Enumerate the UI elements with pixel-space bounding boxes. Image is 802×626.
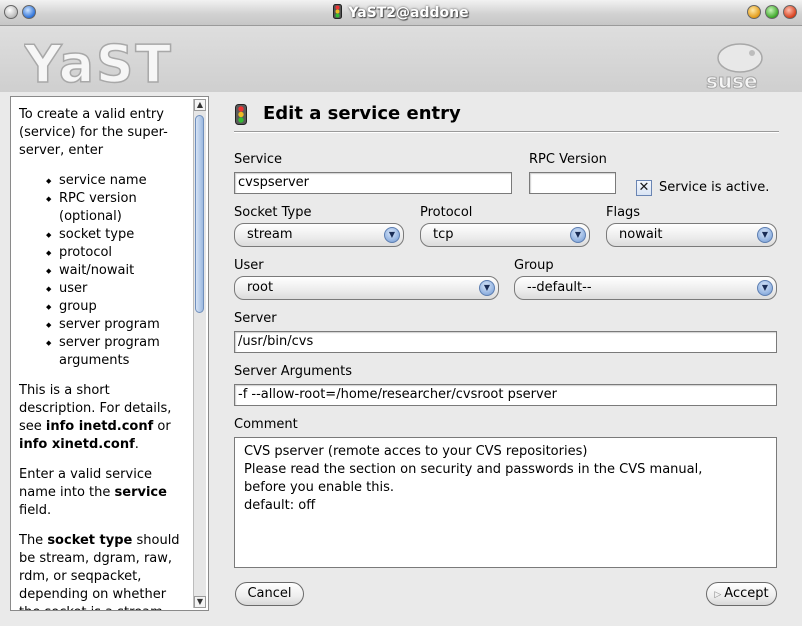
chevron-down-icon[interactable]: ▼: [479, 280, 495, 296]
help-panel[interactable]: To create a valid entry (service) for th…: [10, 96, 209, 611]
header-banner: YaST suse: [0, 26, 802, 92]
help-list-item: wait/nowait: [46, 262, 189, 280]
protocol-value: tcp: [433, 227, 454, 242]
scroll-thumb[interactable]: [195, 115, 204, 313]
accept-button-label: Accept: [724, 586, 769, 601]
help-text: To create a valid entry (service) for th…: [19, 106, 189, 610]
cancel-button-label: Cancel: [247, 586, 292, 601]
suse-logo: suse: [706, 43, 763, 92]
help-list-item: group: [46, 298, 189, 316]
flags-value: nowait: [619, 227, 663, 242]
service-input[interactable]: cvspserver: [234, 172, 512, 194]
server-label: Server: [234, 311, 277, 326]
protocol-label: Protocol: [420, 205, 473, 220]
heading-divider: [234, 131, 779, 133]
socket-type-value: stream: [247, 227, 293, 242]
help-scrollbar[interactable]: ▲ ▼: [193, 99, 206, 608]
window-title: YaST2@addone: [348, 5, 469, 21]
server-input[interactable]: /usr/bin/cvs: [234, 331, 777, 353]
user-select[interactable]: root ▼: [234, 276, 499, 300]
minimize-button[interactable]: [747, 5, 761, 19]
title-bar[interactable]: YaST2@addone: [0, 0, 802, 26]
help-list-item: server program arguments: [46, 334, 189, 370]
chevron-down-icon[interactable]: ▼: [757, 280, 773, 296]
help-paragraph-details: This is a short description. For details…: [19, 383, 172, 452]
socket-type-label: Socket Type: [234, 205, 312, 220]
yast-logo: YaST: [24, 36, 173, 88]
help-paragraph-service: Enter a valid service name into the serv…: [19, 467, 167, 518]
rpc-version-label: RPC Version: [529, 152, 607, 167]
help-list-item: user: [46, 280, 189, 298]
help-list-item: RPC version (optional): [46, 190, 189, 226]
svg-text:suse: suse: [706, 69, 758, 92]
comment-textarea[interactable]: CVS pserver (remote acces to your CVS re…: [234, 437, 777, 568]
page-title: Edit a service entry: [263, 103, 461, 124]
yast-app-icon: [333, 4, 343, 23]
service-active-checkbox[interactable]: ✕: [636, 180, 652, 196]
scroll-up-icon[interactable]: ▲: [194, 99, 206, 111]
server-arguments-input[interactable]: -f --allow-root=/home/researcher/cvsroot…: [234, 384, 777, 406]
window-title-area: YaST2@addone: [0, 4, 802, 23]
help-intro: To create a valid entry (service) for th…: [19, 107, 168, 158]
close-button[interactable]: [783, 5, 797, 19]
user-value: root: [247, 280, 274, 295]
comment-label: Comment: [234, 417, 298, 432]
cancel-button[interactable]: Cancel: [235, 582, 304, 606]
help-list-item: service name: [46, 172, 189, 190]
help-list-item: server program: [46, 316, 189, 334]
protocol-select[interactable]: tcp ▼: [420, 223, 590, 247]
rpc-version-input[interactable]: [529, 172, 616, 194]
group-value: --default--: [527, 280, 592, 295]
help-list: service name RPC version (optional) sock…: [19, 172, 189, 370]
flags-select[interactable]: nowait ▼: [606, 223, 777, 247]
traffic-light-icon: [235, 104, 247, 125]
chevron-down-icon[interactable]: ▼: [570, 227, 586, 243]
service-label: Service: [234, 152, 283, 167]
maximize-button[interactable]: [765, 5, 779, 19]
socket-type-select[interactable]: stream ▼: [234, 223, 404, 247]
chevron-down-icon[interactable]: ▼: [384, 227, 400, 243]
group-label: Group: [514, 258, 554, 273]
scroll-down-icon[interactable]: ▼: [194, 596, 206, 608]
flags-label: Flags: [606, 205, 641, 220]
user-label: User: [234, 258, 264, 273]
svg-text:YaST: YaST: [24, 36, 173, 88]
group-select[interactable]: --default-- ▼: [514, 276, 777, 300]
help-list-item: protocol: [46, 244, 189, 262]
arrow-right-icon: ▷: [714, 590, 722, 600]
accept-button[interactable]: ▷ Accept: [706, 582, 777, 606]
help-paragraph-socket: The socket type should be stream, dgram,…: [19, 533, 180, 610]
chevron-down-icon[interactable]: ▼: [757, 227, 773, 243]
server-arguments-label: Server Arguments: [234, 364, 353, 379]
service-active-label[interactable]: Service is active.: [659, 180, 769, 195]
edit-service-form: Edit a service entry Service cvspserver …: [217, 96, 793, 614]
help-list-item: socket type: [46, 226, 189, 244]
